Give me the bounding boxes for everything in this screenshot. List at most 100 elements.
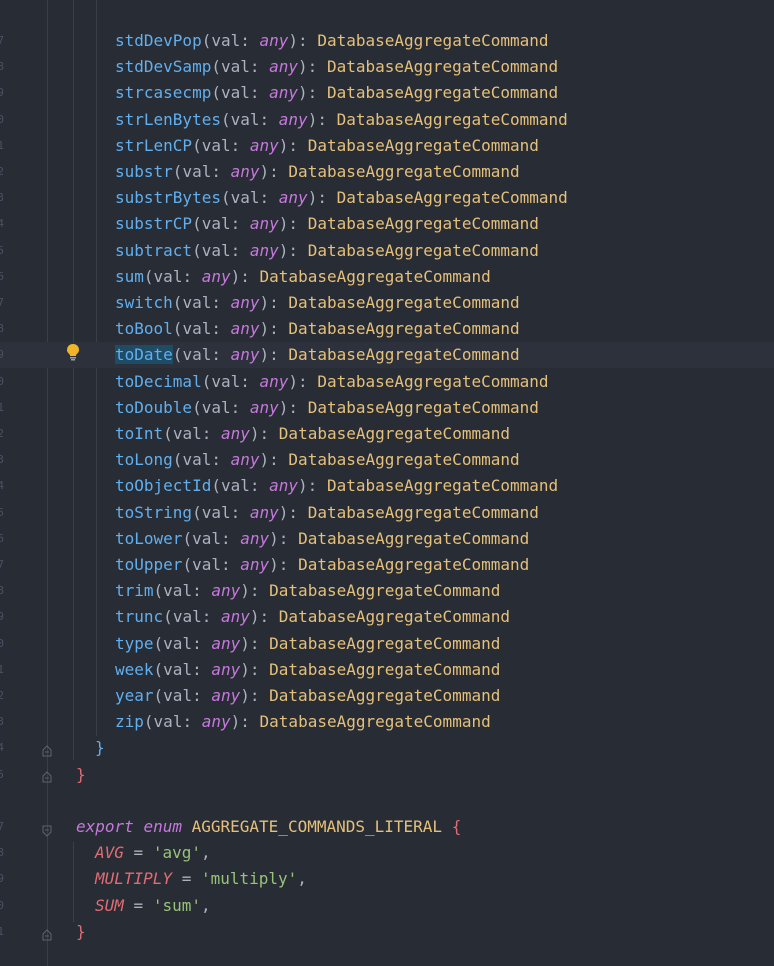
param-type: any (220, 607, 250, 627)
code-line-enum-member[interactable]: 8 AVG = 'avg', (0, 840, 774, 866)
code-line-enum-member[interactable]: 0 SUM = 'sum', (0, 893, 774, 919)
param-type: any (240, 555, 270, 574)
code-text: substrCP(val: any): DatabaseAggregateCom… (115, 211, 539, 237)
param-type: any (230, 450, 260, 470)
code-line-method[interactable]: 6 toLower(val: any): DatabaseAggregateCom… (0, 526, 774, 552)
method-name: type (115, 633, 154, 653)
code-line-close-outer[interactable]: 5} (0, 762, 774, 788)
code-line-close-inner[interactable]: 4} (0, 735, 774, 761)
lightbulb-icon[interactable] (66, 343, 80, 361)
punctuation: ( (163, 424, 173, 443)
code-line-enum-decl[interactable]: 7 export enum AGGREGATE_COMMANDS_LITERAL … (0, 814, 774, 840)
method-name: strLenCP (115, 135, 193, 155)
param-type: any (230, 162, 260, 181)
param-type: any (259, 31, 289, 50)
code-text: toString(val: any): DatabaseAggregateCom… (115, 500, 539, 526)
code-line-method[interactable]: 8 stdDevSamp(val: any): DatabaseAggregate… (0, 54, 774, 80)
line-number: 3 (0, 453, 4, 467)
line-number: 4 (0, 479, 4, 493)
code-line-enum-member[interactable]: 9 MULTIPLY = 'multiply', (0, 866, 774, 892)
code-line-method[interactable]: 5 subtract(val: any): DatabaseAggregateCo… (0, 238, 774, 264)
code-line-method[interactable]: 9 toDate(val: any): DatabaseAggregateComm… (0, 342, 774, 369)
method-name: toBool (115, 319, 173, 339)
code-text: AVG = 'avg', (95, 840, 211, 866)
code-line-method[interactable]: 1 toDouble(val: any): DatabaseAggregateCo… (0, 395, 774, 421)
code-line-method[interactable]: 6 sum(val: any): DatabaseAggregateCommand (0, 264, 774, 290)
param-name: val (172, 607, 202, 627)
code-line-method[interactable]: 0 strLenBytes(val: any): DatabaseAggregat… (0, 107, 774, 133)
code-line-method[interactable]: 0 type(val: any): DatabaseAggregateComman… (0, 631, 774, 657)
punctuation: ( (153, 633, 164, 653)
code-line-enum-close[interactable]: 1} (0, 919, 774, 945)
punctuation: : (249, 57, 270, 77)
code-line-method[interactable]: 8 trim(val: any): DatabaseAggregateComman… (0, 578, 774, 604)
param-name: val (182, 345, 212, 365)
method-name: strcasecmp (115, 83, 212, 103)
code-line-method[interactable]: 3 toLong(val: any): DatabaseAggregateComm… (0, 447, 774, 473)
code-text: stdDevSamp(val: any): DatabaseAggregateC… (115, 54, 558, 80)
code-line-method[interactable]: 8 toBool(val: any): DatabaseAggregateComm… (0, 316, 774, 342)
return-type: DatabaseAggregateCommand (288, 162, 520, 181)
param-name: val (163, 659, 193, 679)
line-number: 8 (0, 846, 4, 860)
code-line-method[interactable]: 1 strLenCP(val: any): DatabaseAggregateCo… (0, 133, 774, 159)
code-text: substrBytes(val: any): DatabaseAggregate… (115, 185, 568, 211)
code-text: subtract(val: any): DatabaseAggregateCom… (115, 238, 539, 264)
fold-marker-icon[interactable] (42, 822, 52, 837)
param-type: any (249, 135, 279, 155)
method-name: toInt (115, 424, 164, 443)
method-name: toDouble (115, 397, 193, 417)
code-line-method[interactable]: 0 toDecimal(val: any): DatabaseAggregateC… (0, 369, 774, 395)
punctuation: : (249, 476, 270, 496)
code-line-method[interactable]: 7 stdDevPop(val: any): DatabaseAggregateC… (0, 28, 774, 54)
punctuation: : (182, 712, 202, 732)
return-type: DatabaseAggregateCommand (317, 371, 549, 391)
code-line-method[interactable]: 9 strcasecmp(val: any): DatabaseAggregate… (0, 80, 774, 106)
code-line-method[interactable]: 7 switch(val: any): DatabaseAggregateComm… (0, 290, 774, 316)
code-text: } (95, 735, 105, 761)
code-line-method[interactable]: 1 week(val: any): DatabaseAggregateComman… (0, 657, 774, 683)
code-text: SUM = 'sum', (95, 893, 211, 919)
line-number: 4 (0, 217, 4, 231)
param-name: val (153, 266, 183, 286)
code-line-method[interactable]: 5 toString(val: any): DatabaseAggregateCo… (0, 500, 774, 526)
punctuation: ( (220, 109, 231, 129)
method-name: week (115, 659, 154, 679)
code-line-method[interactable]: 2 year(val: any): DatabaseAggregateComman… (0, 683, 774, 709)
punctuation: ): (278, 240, 308, 260)
code-line-method[interactable]: 7 toUpper(val: any): DatabaseAggregateCom… (0, 552, 774, 578)
method-name: switch (115, 293, 173, 312)
fold-marker-icon[interactable] (42, 926, 52, 941)
code-line-method[interactable]: 2 substr(val: any): DatabaseAggregateComm… (0, 159, 774, 185)
return-type: DatabaseAggregateCommand (259, 712, 491, 732)
code-text: switch(val: any): DatabaseAggregateComma… (115, 290, 520, 316)
param-name: val (192, 555, 221, 574)
code-line-method[interactable]: 9 trunc(val: any): DatabaseAggregateComma… (0, 604, 774, 630)
line-number: 7 (0, 820, 4, 833)
fold-marker-icon[interactable] (42, 768, 52, 783)
return-type: DatabaseAggregateCommand (298, 528, 530, 548)
return-type: DatabaseAggregateCommand (288, 319, 520, 339)
code-line-method[interactable]: 2 toInt(val: any): DatabaseAggregateComma… (0, 421, 774, 447)
punctuation: ): (307, 188, 337, 208)
method-name: year (115, 686, 154, 705)
code-text: toObjectId(val: any): DatabaseAggregateC… (115, 473, 558, 499)
code-editor[interactable]: 7 stdDevPop(val: any): DatabaseAggregateC… (0, 0, 774, 966)
param-type: any (211, 686, 241, 705)
code-line-method[interactable]: 3 zip(val: any): DatabaseAggregateCommand (0, 709, 774, 735)
fold-marker-icon[interactable] (42, 742, 52, 757)
code-text: toInt(val: any): DatabaseAggregateComman… (115, 421, 510, 447)
return-type: DatabaseAggregateCommand (288, 450, 520, 470)
punctuation: ( (211, 57, 221, 77)
code-line-method[interactable]: 4 substrCP(val: any): DatabaseAggregateCo… (0, 211, 774, 237)
method-name: toLong (115, 450, 173, 470)
code-line-method[interactable]: 4 toObjectId(val: any): DatabaseAggregate… (0, 473, 774, 499)
param-type: any (230, 293, 260, 312)
line-number: 6 (0, 269, 4, 283)
code-line-method[interactable]: 3 substrBytes(val: any): DatabaseAggregat… (0, 185, 774, 211)
punctuation: , (297, 869, 307, 889)
punctuation: ( (211, 476, 221, 496)
punctuation: ): (230, 712, 260, 732)
param-name: val (163, 686, 193, 705)
